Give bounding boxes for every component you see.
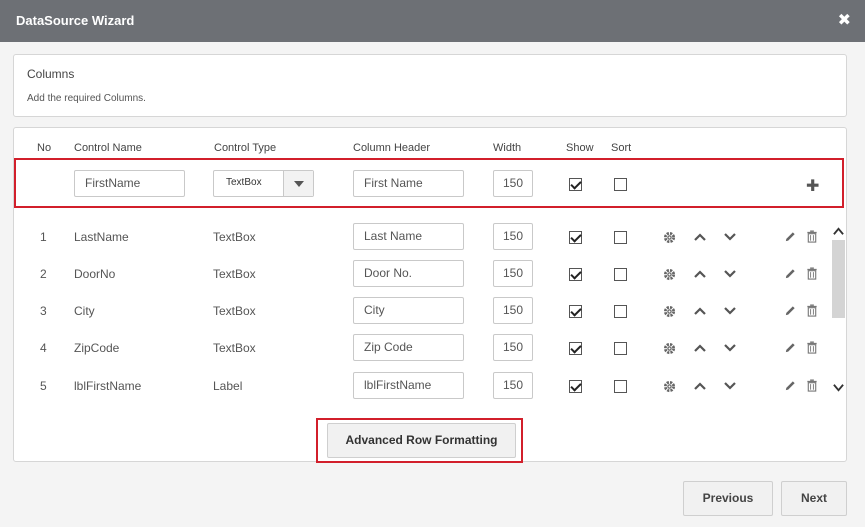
row-control-type: TextBox — [213, 304, 256, 318]
window-titlebar: DataSource Wizard ✖ — [0, 0, 865, 42]
chevron-down-icon[interactable] — [723, 381, 737, 391]
trash-icon[interactable] — [806, 304, 818, 317]
pencil-icon[interactable] — [784, 230, 797, 243]
header-no: No — [37, 142, 52, 154]
header-show: Show — [566, 142, 594, 154]
row-show-checkbox[interactable] — [569, 305, 582, 318]
row-control-type: TextBox — [213, 341, 256, 355]
next-button[interactable]: Next — [781, 481, 847, 516]
row-control-type: TextBox — [213, 230, 256, 244]
row-control-name: LastName — [74, 230, 129, 244]
previous-button[interactable]: Previous — [683, 481, 773, 516]
row-width-input[interactable]: 150 — [493, 260, 533, 287]
row-column-header-input[interactable]: Door No. — [353, 260, 464, 287]
header-control-name: Control Name — [74, 142, 142, 154]
close-icon[interactable]: ✖ — [838, 10, 851, 30]
header-control-type: Control Type — [214, 142, 277, 154]
chevron-up-icon[interactable] — [693, 306, 707, 316]
row-show-checkbox[interactable] — [569, 342, 582, 355]
header-sort: Sort — [611, 142, 632, 154]
scroll-up-icon[interactable] — [833, 226, 844, 237]
pencil-icon[interactable] — [784, 379, 797, 392]
header-width: Width — [493, 142, 522, 154]
row-control-name: lblFirstName — [74, 379, 142, 393]
scroll-down-icon[interactable] — [833, 382, 844, 393]
chevron-up-icon[interactable] — [693, 269, 707, 279]
row-no: 2 — [40, 267, 47, 281]
row-column-header-input[interactable]: lblFirstName — [353, 372, 464, 399]
advanced-button-highlight — [316, 418, 523, 463]
row-no: 4 — [40, 341, 47, 355]
gear-icon[interactable] — [663, 342, 676, 355]
gear-icon[interactable] — [663, 305, 676, 318]
row-width-input[interactable]: 150 — [493, 334, 533, 361]
row-sort-checkbox[interactable] — [614, 342, 627, 355]
chevron-down-icon[interactable] — [723, 343, 737, 353]
trash-icon[interactable] — [806, 267, 818, 280]
row-control-type: Label — [213, 379, 243, 393]
pencil-icon[interactable] — [784, 267, 797, 280]
row-control-type: TextBox — [213, 267, 256, 281]
row-control-name: DoorNo — [74, 267, 116, 281]
row-no: 1 — [40, 230, 47, 244]
scrollbar-thumb[interactable] — [832, 240, 845, 318]
pencil-icon[interactable] — [784, 304, 797, 317]
row-column-header-input[interactable]: City — [353, 297, 464, 324]
trash-icon[interactable] — [806, 379, 818, 392]
gear-icon[interactable] — [663, 380, 676, 393]
row-control-name: City — [74, 304, 95, 318]
grid-scrollbar[interactable] — [831, 222, 846, 405]
row-no: 3 — [40, 304, 47, 318]
gear-icon[interactable] — [663, 268, 676, 281]
row-no: 5 — [40, 379, 47, 393]
row-show-checkbox[interactable] — [569, 231, 582, 244]
columns-panel: Columns Add the required Columns. — [13, 54, 847, 117]
row-width-input[interactable]: 150 — [493, 297, 533, 324]
columns-title: Columns — [27, 67, 75, 81]
row-control-name: ZipCode — [74, 341, 120, 355]
chevron-down-icon[interactable] — [723, 269, 737, 279]
trash-icon[interactable] — [806, 341, 818, 354]
header-column-header: Column Header — [353, 142, 431, 154]
row-width-input[interactable]: 150 — [493, 372, 533, 399]
chevron-down-icon[interactable] — [723, 306, 737, 316]
gear-icon[interactable] — [663, 231, 676, 244]
pencil-icon[interactable] — [784, 341, 797, 354]
new-row-highlight — [14, 158, 844, 208]
window-title: DataSource Wizard — [16, 13, 135, 28]
row-show-checkbox[interactable] — [569, 268, 582, 281]
chevron-up-icon[interactable] — [693, 381, 707, 391]
row-width-input[interactable]: 150 — [493, 223, 533, 250]
columns-subtitle: Add the required Columns. — [27, 93, 146, 104]
row-sort-checkbox[interactable] — [614, 231, 627, 244]
row-column-header-input[interactable]: Zip Code — [353, 334, 464, 361]
trash-icon[interactable] — [806, 230, 818, 243]
chevron-up-icon[interactable] — [693, 343, 707, 353]
row-sort-checkbox[interactable] — [614, 268, 627, 281]
row-column-header-input[interactable]: Last Name — [353, 223, 464, 250]
chevron-up-icon[interactable] — [693, 232, 707, 242]
row-sort-checkbox[interactable] — [614, 380, 627, 393]
row-sort-checkbox[interactable] — [614, 305, 627, 318]
row-show-checkbox[interactable] — [569, 380, 582, 393]
chevron-down-icon[interactable] — [723, 232, 737, 242]
